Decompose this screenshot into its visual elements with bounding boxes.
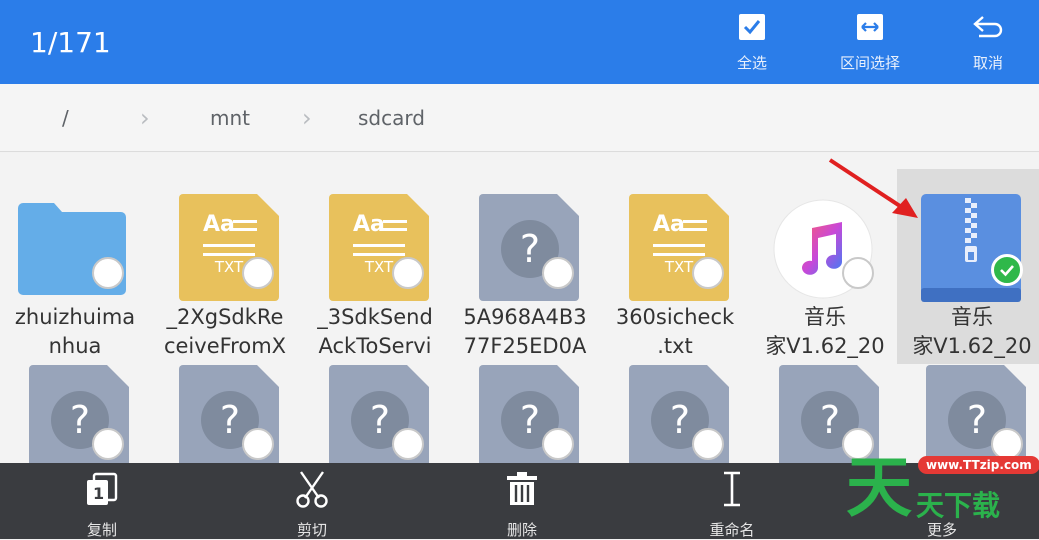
cut-label: 剪切 <box>296 521 327 539</box>
select-checkbox[interactable] <box>392 428 424 460</box>
select-all-button[interactable]: 全选 <box>712 10 792 73</box>
select-all-label: 全选 <box>736 54 767 72</box>
selected-checkmark-icon[interactable] <box>991 254 1023 286</box>
breadcrumb-root[interactable]: / <box>62 106 69 130</box>
select-checkbox[interactable] <box>542 428 574 460</box>
cancel-label: 取消 <box>972 54 1003 72</box>
range-select-icon <box>830 10 910 44</box>
txt-glyph: Aa <box>353 212 385 237</box>
delete-label: 删除 <box>506 521 537 539</box>
grid-item[interactable]: ? <box>0 349 150 463</box>
breadcrumb-sdcard[interactable]: sdcard <box>358 106 425 130</box>
select-checkbox[interactable] <box>242 428 274 460</box>
copy-icon: 1 <box>52 469 152 509</box>
grid-item[interactable]: ? <box>600 349 750 463</box>
select-checkbox[interactable] <box>92 257 124 289</box>
grid-item[interactable]: ? <box>750 349 900 463</box>
chevron-right-icon: › <box>302 104 312 132</box>
rename-icon <box>682 469 782 509</box>
delete-button[interactable]: 删除 <box>472 469 572 540</box>
select-checkbox[interactable] <box>692 428 724 460</box>
checkbox-checked-icon <box>712 10 792 44</box>
scissors-icon <box>262 469 362 509</box>
grid-item[interactable]: Aa TXT _2XgSdkRe ceiveFromX <box>150 169 300 364</box>
grid-item[interactable]: Aa TXT _3SdkSend AckToServi <box>300 169 450 364</box>
rename-button[interactable]: 重命名 <box>682 469 782 540</box>
selection-toolbar: 1/171 全选 区间选择 取消 <box>0 0 1039 84</box>
select-checkbox[interactable] <box>542 257 574 289</box>
grid-item[interactable]: ? <box>450 349 600 463</box>
watermark-logo: 天 www.TTzip.com 天下载 <box>846 448 1039 536</box>
select-checkbox[interactable] <box>92 428 124 460</box>
selection-count: 1/171 <box>30 26 111 59</box>
range-select-label: 区间选择 <box>839 54 900 72</box>
select-checkbox[interactable] <box>692 257 724 289</box>
copy-button[interactable]: 1 复制 <box>52 469 152 540</box>
watermark-big-char: 天 <box>846 449 912 526</box>
grid-item[interactable]: ? 5A968A4B3 77F25ED0A <box>450 169 600 364</box>
breadcrumb: / › mnt › sdcard <box>0 84 1039 152</box>
grid-item[interactable]: ? <box>300 349 450 463</box>
select-checkbox[interactable] <box>392 257 424 289</box>
watermark-text: 天下载 <box>916 489 1001 522</box>
chevron-right-icon: › <box>140 104 150 132</box>
svg-text:1: 1 <box>93 484 104 503</box>
trash-icon <box>472 469 572 509</box>
cancel-button[interactable]: 取消 <box>948 10 1028 73</box>
grid-item[interactable]: ? <box>150 349 300 463</box>
txt-glyph: Aa <box>653 212 685 237</box>
select-checkbox[interactable] <box>242 257 274 289</box>
txt-glyph: Aa <box>203 212 235 237</box>
grid-item[interactable]: zhuizhuima nhua <box>0 169 150 364</box>
copy-label: 复制 <box>86 521 117 539</box>
cut-button[interactable]: 剪切 <box>262 469 362 540</box>
rename-label: 重命名 <box>709 521 755 539</box>
grid-item[interactable]: Aa TXT 360sicheck .txt <box>600 169 750 364</box>
grid-item[interactable]: ? <box>897 349 1039 463</box>
return-icon <box>948 10 1028 44</box>
watermark-url: www.TTzip.com <box>918 456 1039 474</box>
annotation-arrow-icon <box>828 158 918 218</box>
select-checkbox[interactable] <box>842 257 874 289</box>
range-select-button[interactable]: 区间选择 <box>830 10 910 73</box>
breadcrumb-mnt[interactable]: mnt <box>210 106 250 130</box>
zip-archive-icon <box>919 194 1021 304</box>
